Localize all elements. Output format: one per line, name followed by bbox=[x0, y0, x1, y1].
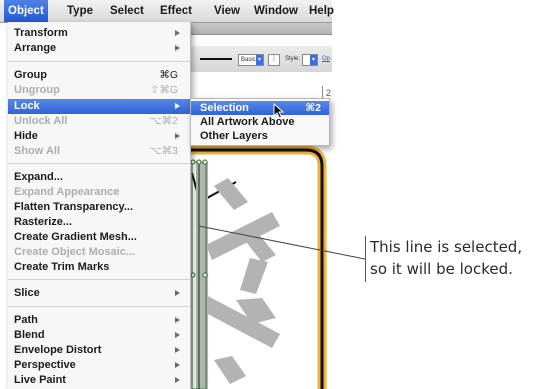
menu-item-flatten-transparency[interactable]: Flatten Transparency... bbox=[8, 200, 190, 215]
menu-item-label: Show All bbox=[14, 145, 61, 157]
menu-item-label: Lock bbox=[14, 100, 40, 112]
menu-item-label: Hide bbox=[14, 130, 38, 142]
submenu-item-label: Selection bbox=[200, 102, 249, 114]
screenshot-stage: Basic ▾ ⁞ Style: ▾ Op 2 Object Type Sele… bbox=[0, 0, 552, 389]
menu-item-shortcut: ⌘G bbox=[159, 69, 178, 81]
menu-item-shortcut: ⌥⌘3 bbox=[149, 145, 178, 157]
callout-line-2: so it will be locked. bbox=[370, 260, 513, 278]
menu-item-label: Flatten Transparency... bbox=[14, 201, 134, 213]
menu-item-label: Arrange bbox=[14, 42, 57, 54]
menu-help[interactable]: Help bbox=[309, 0, 334, 22]
menu-item-shortcut: ⇧⌘G bbox=[150, 84, 178, 96]
submenu-arrow-icon bbox=[175, 377, 180, 383]
menu-item-perspective[interactable]: Perspective bbox=[8, 358, 190, 373]
submenu-arrow-icon bbox=[175, 133, 180, 139]
menu-item-label: Path bbox=[14, 314, 38, 326]
menu-effect[interactable]: Effect bbox=[160, 0, 192, 22]
menu-separator bbox=[8, 306, 190, 307]
menu-item-label: Unlock All bbox=[14, 115, 68, 127]
menu-item-lock[interactable]: Lock bbox=[8, 99, 190, 114]
submenu-arrow-icon bbox=[175, 347, 180, 353]
menu-item-create-trim-marks[interactable]: Create Trim Marks bbox=[8, 260, 190, 275]
menu-item-envelope-distort[interactable]: Envelope Distort bbox=[8, 343, 190, 358]
menu-item-label: Blend bbox=[14, 329, 45, 341]
menu-window[interactable]: Window bbox=[254, 0, 298, 22]
submenu-item-selection[interactable]: Selection ⌘2 bbox=[191, 101, 329, 115]
lock-submenu: Selection ⌘2 All Artwork Above Other Lay… bbox=[190, 98, 330, 146]
submenu-arrow-icon bbox=[175, 45, 180, 51]
menu-item-label: Envelope Distort bbox=[14, 344, 102, 356]
menu-item-create-gradient-mesh[interactable]: Create Gradient Mesh... bbox=[8, 230, 190, 245]
menu-item-label: Create Gradient Mesh... bbox=[14, 231, 137, 243]
menu-item-expand-appearance: Expand Appearance bbox=[8, 185, 190, 200]
menu-item-label: Expand... bbox=[14, 171, 63, 183]
menu-item-arrange[interactable]: Arrange bbox=[8, 41, 190, 56]
menu-item-rasterize[interactable]: Rasterize... bbox=[8, 215, 190, 230]
menu-select[interactable]: Select bbox=[110, 0, 144, 22]
menu-item-blend[interactable]: Blend bbox=[8, 328, 190, 343]
submenu-arrow-icon bbox=[175, 332, 180, 338]
snowflake-shape bbox=[196, 162, 280, 389]
menu-item-label: Slice bbox=[14, 287, 40, 299]
menu-item-unlock-all: Unlock All ⌥⌘2 bbox=[8, 114, 190, 129]
menu-separator bbox=[8, 279, 190, 280]
submenu-arrow-icon bbox=[175, 103, 180, 109]
menu-item-ungroup: Ungroup ⇧⌘G bbox=[8, 83, 190, 98]
menu-item-show-all: Show All ⌥⌘3 bbox=[8, 144, 190, 159]
menu-item-transform[interactable]: Transform bbox=[8, 26, 190, 41]
menu-item-label: Perspective bbox=[14, 359, 76, 371]
submenu-arrow-icon bbox=[175, 362, 180, 368]
callout-bracket bbox=[365, 236, 366, 282]
menu-item-label: Transform bbox=[14, 27, 68, 39]
submenu-arrow-icon bbox=[175, 290, 180, 296]
submenu-arrow-icon bbox=[175, 30, 180, 36]
menu-item-label: Create Trim Marks bbox=[14, 261, 110, 273]
mouse-pointer-icon bbox=[273, 103, 285, 119]
submenu-arrow-icon bbox=[175, 317, 180, 323]
menu-type[interactable]: Type bbox=[67, 0, 93, 22]
menu-object[interactable]: Object bbox=[4, 0, 48, 22]
callout-line-1: This line is selected, bbox=[370, 238, 523, 256]
menu-item-create-object-mosaic: Create Object Mosaic... bbox=[8, 245, 190, 260]
callout-text: This line is selected, so it will be loc… bbox=[370, 236, 550, 280]
submenu-item-label: Other Layers bbox=[200, 130, 268, 142]
menu-separator bbox=[8, 61, 190, 62]
menu-item-group[interactable]: Group ⌘G bbox=[8, 68, 190, 83]
menu-item-label: Create Object Mosaic... bbox=[14, 246, 136, 258]
menu-item-slice[interactable]: Slice bbox=[8, 286, 190, 301]
menu-item-path[interactable]: Path bbox=[8, 313, 190, 328]
menu-item-label: Rasterize... bbox=[14, 216, 73, 228]
submenu-item-all-artwork-above[interactable]: All Artwork Above bbox=[191, 115, 329, 129]
submenu-item-shortcut: ⌘2 bbox=[305, 102, 321, 114]
menu-view[interactable]: View bbox=[214, 0, 240, 22]
menu-item-hide[interactable]: Hide bbox=[8, 129, 190, 144]
menu-bar: Object Type Select Effect View Window He… bbox=[0, 0, 334, 23]
menu-item-label: Expand Appearance bbox=[14, 186, 120, 198]
object-menu: Transform Arrange Group ⌘G Ungroup ⇧⌘G L… bbox=[8, 22, 191, 389]
menu-item-label: Live Paint bbox=[14, 374, 66, 386]
menu-item-shortcut: ⌥⌘2 bbox=[149, 115, 178, 127]
menu-item-live-paint[interactable]: Live Paint bbox=[8, 373, 190, 388]
menu-item-label: Ungroup bbox=[14, 84, 60, 96]
menu-separator bbox=[8, 163, 190, 164]
menu-item-expand[interactable]: Expand... bbox=[8, 170, 190, 185]
submenu-item-other-layers[interactable]: Other Layers bbox=[191, 129, 329, 143]
menu-item-label: Group bbox=[14, 69, 47, 81]
